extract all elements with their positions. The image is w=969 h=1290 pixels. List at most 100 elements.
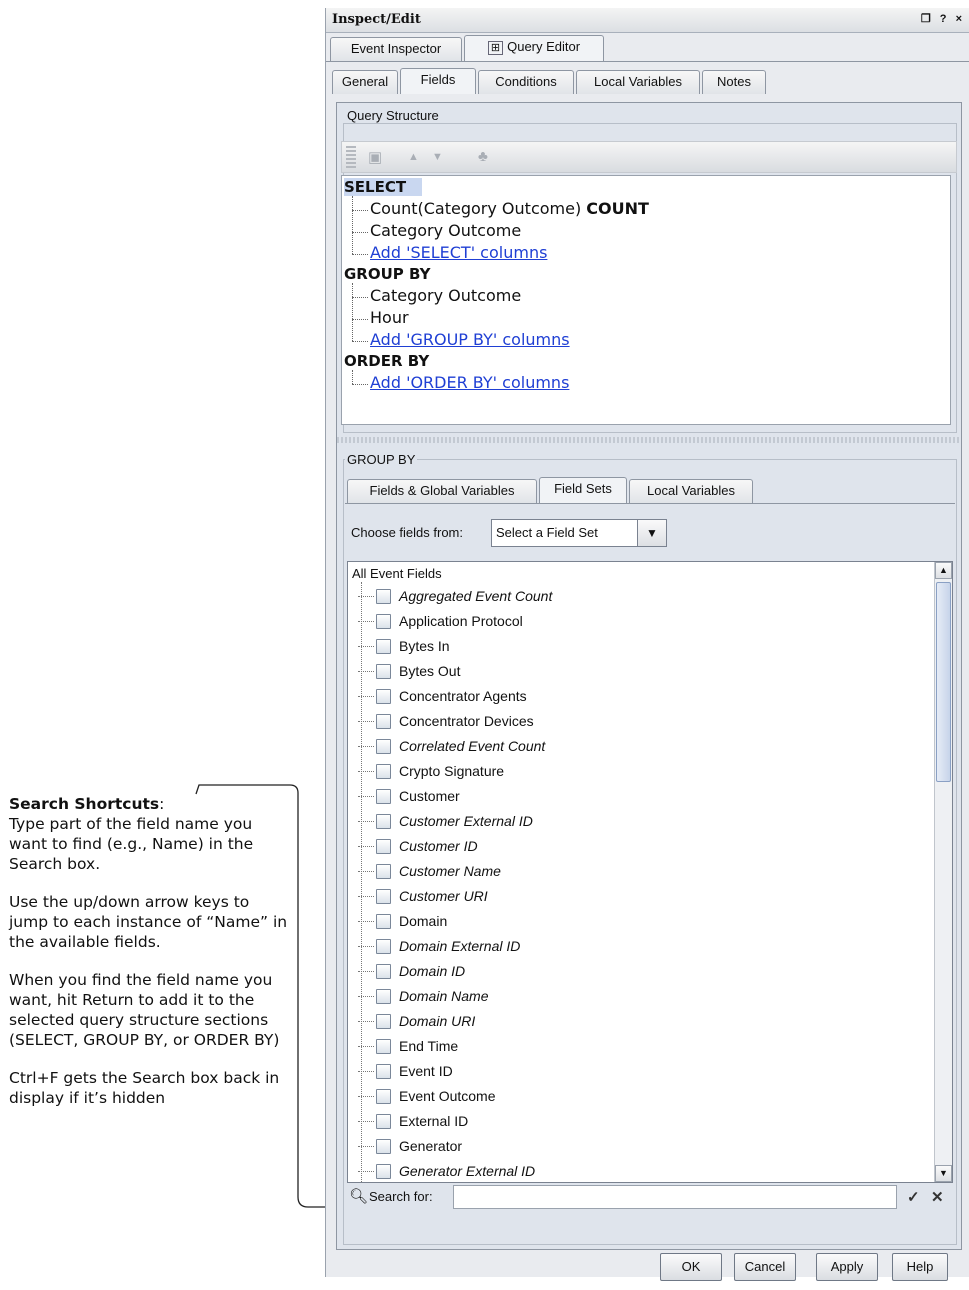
panel-title: Inspect/Edit (332, 12, 421, 27)
field-checkbox[interactable] (376, 913, 391, 929)
add-select-columns-link[interactable]: Add 'SELECT' columns (370, 243, 547, 262)
scroll-up-icon[interactable]: ▲ (935, 562, 952, 579)
chevron-down-icon[interactable]: ▼ (637, 520, 666, 546)
field-checkbox[interactable] (376, 588, 391, 604)
field-checkbox[interactable] (376, 613, 391, 629)
tab-local-variables[interactable]: Local Variables (576, 70, 700, 94)
field-checkbox[interactable] (376, 888, 391, 904)
field-item[interactable]: Domain ID (358, 959, 465, 983)
field-checkbox[interactable] (376, 663, 391, 679)
tab-gb-local-variables[interactable]: Local Variables (629, 479, 753, 503)
field-item[interactable]: Domain (358, 909, 447, 933)
groupby-item-category-outcome[interactable]: Category Outcome (370, 286, 521, 305)
field-item[interactable]: Concentrator Devices (358, 709, 534, 733)
tree-connector (352, 196, 354, 254)
field-item[interactable]: Customer Name (358, 859, 501, 883)
field-item[interactable]: Customer ID (358, 834, 478, 858)
tree-connector (358, 896, 374, 897)
field-checkbox[interactable] (376, 638, 391, 654)
dialog-buttons: OK Cancel Apply Help (326, 1250, 969, 1290)
field-label: External ID (399, 1113, 469, 1129)
scroll-thumb[interactable] (936, 582, 951, 782)
field-checkbox[interactable] (376, 738, 391, 754)
all-event-fields-root[interactable]: All Event Fields (352, 566, 442, 581)
delete-icon[interactable]: ♣ (478, 148, 488, 165)
splitter-handle[interactable] (337, 437, 961, 443)
field-checkbox[interactable] (376, 1063, 391, 1079)
field-checkbox[interactable] (376, 963, 391, 979)
field-checkbox[interactable] (376, 1138, 391, 1154)
tab-conditions[interactable]: Conditions (478, 70, 574, 94)
field-label: Customer (399, 788, 460, 804)
tree-connector (358, 696, 374, 697)
field-checkbox[interactable] (376, 688, 391, 704)
tab-fields[interactable]: Fields (400, 68, 476, 94)
field-checkbox[interactable] (376, 863, 391, 879)
select-item-count[interactable]: Count(Category Outcome) COUNT (370, 199, 649, 218)
field-checkbox[interactable] (376, 763, 391, 779)
tab-notes[interactable]: Notes (702, 70, 766, 94)
field-label: Event Outcome (399, 1088, 496, 1104)
field-checkbox[interactable] (376, 988, 391, 1004)
field-checkbox[interactable] (376, 1013, 391, 1029)
scroll-down-icon[interactable]: ▼ (935, 1165, 952, 1182)
window-controls-icon[interactable]: ❐ ? × (921, 12, 965, 25)
field-item[interactable]: Correlated Event Count (358, 734, 546, 758)
field-item[interactable]: External ID (358, 1109, 469, 1133)
field-set-dropdown[interactable]: Select a Field Set ▼ (491, 519, 667, 547)
field-item[interactable]: Application Protocol (358, 609, 523, 633)
groupby-item-hour[interactable]: Hour (370, 308, 409, 327)
select-item-category-outcome[interactable]: Category Outcome (370, 221, 521, 240)
order-by-keyword[interactable]: ORDER BY (344, 352, 429, 370)
select-keyword[interactable]: SELECT (344, 178, 423, 196)
field-item[interactable]: Aggregated Event Count (358, 584, 552, 608)
field-item[interactable]: Domain Name (358, 984, 488, 1008)
tree-connector (358, 646, 374, 647)
field-item[interactable]: Bytes In (358, 634, 450, 658)
field-item[interactable]: End Time (358, 1034, 458, 1058)
field-checkbox[interactable] (376, 838, 391, 854)
field-label: Correlated Event Count (399, 738, 546, 754)
tab-general[interactable]: General (332, 70, 398, 94)
field-checkbox[interactable] (376, 938, 391, 954)
edit-icon[interactable]: ▣ (368, 148, 382, 166)
field-checkbox[interactable] (376, 1038, 391, 1054)
search-input[interactable] (453, 1185, 897, 1209)
callout-title-colon: : (159, 795, 165, 813)
field-checkbox[interactable] (376, 713, 391, 729)
field-checkbox[interactable] (376, 1088, 391, 1104)
field-checkbox[interactable] (376, 813, 391, 829)
field-item[interactable]: Event ID (358, 1059, 453, 1083)
add-groupby-columns-link[interactable]: Add 'GROUP BY' columns (370, 330, 570, 349)
field-item[interactable]: Generator External ID (358, 1159, 535, 1182)
add-orderby-columns-link[interactable]: Add 'ORDER BY' columns (370, 373, 569, 392)
field-checkbox[interactable] (376, 788, 391, 804)
field-checkbox[interactable] (376, 1113, 391, 1129)
field-item[interactable]: Domain URI (358, 1009, 475, 1033)
field-item[interactable]: Crypto Signature (358, 759, 504, 783)
field-item[interactable]: Concentrator Agents (358, 684, 527, 708)
tab-field-sets[interactable]: Field Sets (539, 477, 627, 503)
close-icon[interactable]: ✕ (931, 1188, 944, 1206)
field-checkbox[interactable] (376, 1163, 391, 1179)
check-icon[interactable]: ✓ (907, 1188, 920, 1206)
move-down-icon[interactable]: ▼ (432, 151, 443, 163)
select-item-count-alias: COUNT (586, 199, 649, 218)
field-set-dropdown-value: Select a Field Set (496, 525, 598, 540)
field-item[interactable]: Customer (358, 784, 460, 808)
field-item[interactable]: Bytes Out (358, 659, 460, 683)
tab-fields-global-variables[interactable]: Fields & Global Variables (347, 479, 537, 503)
search-label: Search for: (369, 1189, 433, 1204)
field-item[interactable]: Event Outcome (358, 1084, 496, 1108)
tree-connector (358, 996, 374, 997)
tab-event-inspector[interactable]: Event Inspector (330, 37, 462, 61)
group-by-keyword[interactable]: GROUP BY (344, 265, 430, 283)
tab-query-editor[interactable]: ⊞ Query Editor (464, 35, 604, 61)
field-item[interactable]: Domain External ID (358, 934, 520, 958)
move-up-icon[interactable]: ▲ (408, 151, 419, 163)
field-item[interactable]: Customer External ID (358, 809, 533, 833)
tree-connector (358, 746, 374, 747)
fields-scrollbar[interactable]: ▲ ▼ (934, 562, 952, 1182)
field-item[interactable]: Generator (358, 1134, 462, 1158)
field-item[interactable]: Customer URI (358, 884, 488, 908)
